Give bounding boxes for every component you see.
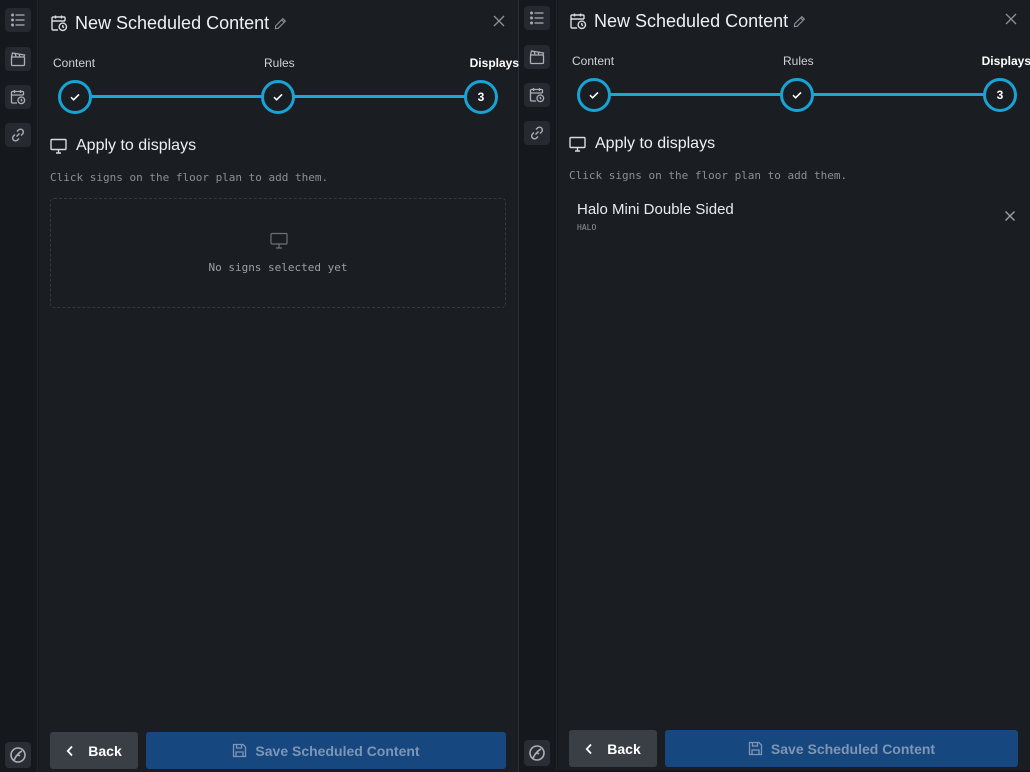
- display-type: HALO: [577, 223, 597, 232]
- step-rules-done[interactable]: [261, 80, 295, 114]
- save-scheduled-content-button[interactable]: Save Scheduled Content: [146, 732, 506, 769]
- stepper-labels: Content Rules Displays: [50, 56, 519, 72]
- back-button-label: Back: [607, 740, 641, 757]
- display-name: Halo Mini Double Sided: [577, 201, 734, 218]
- calendar-clock-icon: [570, 13, 587, 30]
- scheduled-content-panel: New Scheduled Content Content Rules Disp…: [39, 0, 519, 772]
- calendar-clock-icon[interactable]: [524, 83, 550, 107]
- step-content-done[interactable]: [58, 80, 92, 114]
- calendar-clock-icon[interactable]: [5, 85, 31, 109]
- hint-text: Click signs on the floor plan to add the…: [50, 171, 329, 184]
- save-icon: [233, 743, 247, 758]
- calendar-clock-icon: [51, 15, 68, 32]
- save-scheduled-content-button[interactable]: Save Scheduled Content: [665, 730, 1018, 767]
- close-icon[interactable]: [1004, 12, 1018, 26]
- empty-state-text: No signs selected yet: [208, 261, 348, 274]
- save-button-label: Save Scheduled Content: [770, 740, 936, 757]
- left-pane: New Scheduled Content Content Rules Disp…: [0, 0, 519, 772]
- right-pane: New Scheduled Content Content Rules Disp…: [519, 0, 1030, 770]
- panel-footer: Back Save Scheduled Content: [569, 730, 1018, 767]
- app-logo-icon[interactable]: [5, 742, 31, 768]
- empty-displays-box: No signs selected yet: [50, 198, 506, 308]
- clapperboard-icon[interactable]: [5, 47, 31, 71]
- edit-title-icon[interactable]: [274, 17, 287, 30]
- link-icon[interactable]: [524, 121, 550, 145]
- link-icon[interactable]: [5, 123, 31, 147]
- step-displays-current[interactable]: 3: [464, 80, 498, 114]
- save-icon: [748, 741, 763, 756]
- back-button[interactable]: Back: [569, 730, 657, 767]
- step-label-displays[interactable]: Displays: [470, 56, 519, 70]
- check-icon: [70, 93, 80, 101]
- step-label-rules[interactable]: Rules: [264, 56, 295, 70]
- page-title: New Scheduled Content: [594, 10, 789, 31]
- edit-title-icon[interactable]: [793, 15, 806, 28]
- save-button-label: Save Scheduled Content: [255, 742, 420, 759]
- monitor-icon: [270, 232, 288, 249]
- stepper-labels: Content Rules Displays: [569, 54, 1030, 70]
- step-label-displays[interactable]: Displays: [982, 54, 1030, 68]
- side-rail: [519, 0, 557, 770]
- back-button[interactable]: Back: [50, 732, 138, 769]
- remove-display-icon[interactable]: [1004, 210, 1016, 222]
- back-button-label: Back: [88, 742, 122, 759]
- app-logo-icon[interactable]: [524, 740, 550, 766]
- page-title: New Scheduled Content: [75, 12, 270, 33]
- list-icon[interactable]: [5, 8, 31, 32]
- section-title-text: Apply to displays: [76, 137, 197, 154]
- monitor-icon: [50, 138, 67, 154]
- step-displays-current[interactable]: 3: [983, 78, 1017, 112]
- step-label-content[interactable]: Content: [572, 54, 614, 68]
- check-icon: [589, 91, 599, 99]
- panel-footer: Back Save Scheduled Content: [50, 732, 506, 769]
- step-number: 3: [477, 90, 485, 104]
- section-title: Apply to displays: [569, 134, 715, 154]
- list-icon[interactable]: [524, 6, 550, 30]
- scheduled-content-panel: New Scheduled Content Content Rules Disp…: [558, 0, 1030, 770]
- side-rail: [0, 0, 38, 772]
- step-rules-done[interactable]: [780, 78, 814, 112]
- step-label-content[interactable]: Content: [53, 56, 95, 70]
- selected-display-item: Halo Mini Double Sided HALO: [577, 201, 1016, 235]
- section-title-text: Apply to displays: [595, 135, 716, 152]
- close-icon[interactable]: [492, 14, 506, 28]
- panel-header: New Scheduled Content: [50, 10, 508, 36]
- check-icon: [792, 91, 802, 99]
- step-label-rules[interactable]: Rules: [783, 54, 814, 68]
- chevron-left-icon: [585, 743, 592, 754]
- check-icon: [273, 93, 283, 101]
- step-number: 3: [996, 88, 1004, 102]
- panel-header: New Scheduled Content: [569, 8, 1020, 34]
- hint-text: Click signs on the floor plan to add the…: [569, 169, 848, 182]
- clapperboard-icon[interactable]: [524, 45, 550, 69]
- monitor-icon: [569, 136, 586, 152]
- step-content-done[interactable]: [577, 78, 611, 112]
- chevron-left-icon: [66, 745, 73, 756]
- section-title: Apply to displays: [50, 136, 196, 156]
